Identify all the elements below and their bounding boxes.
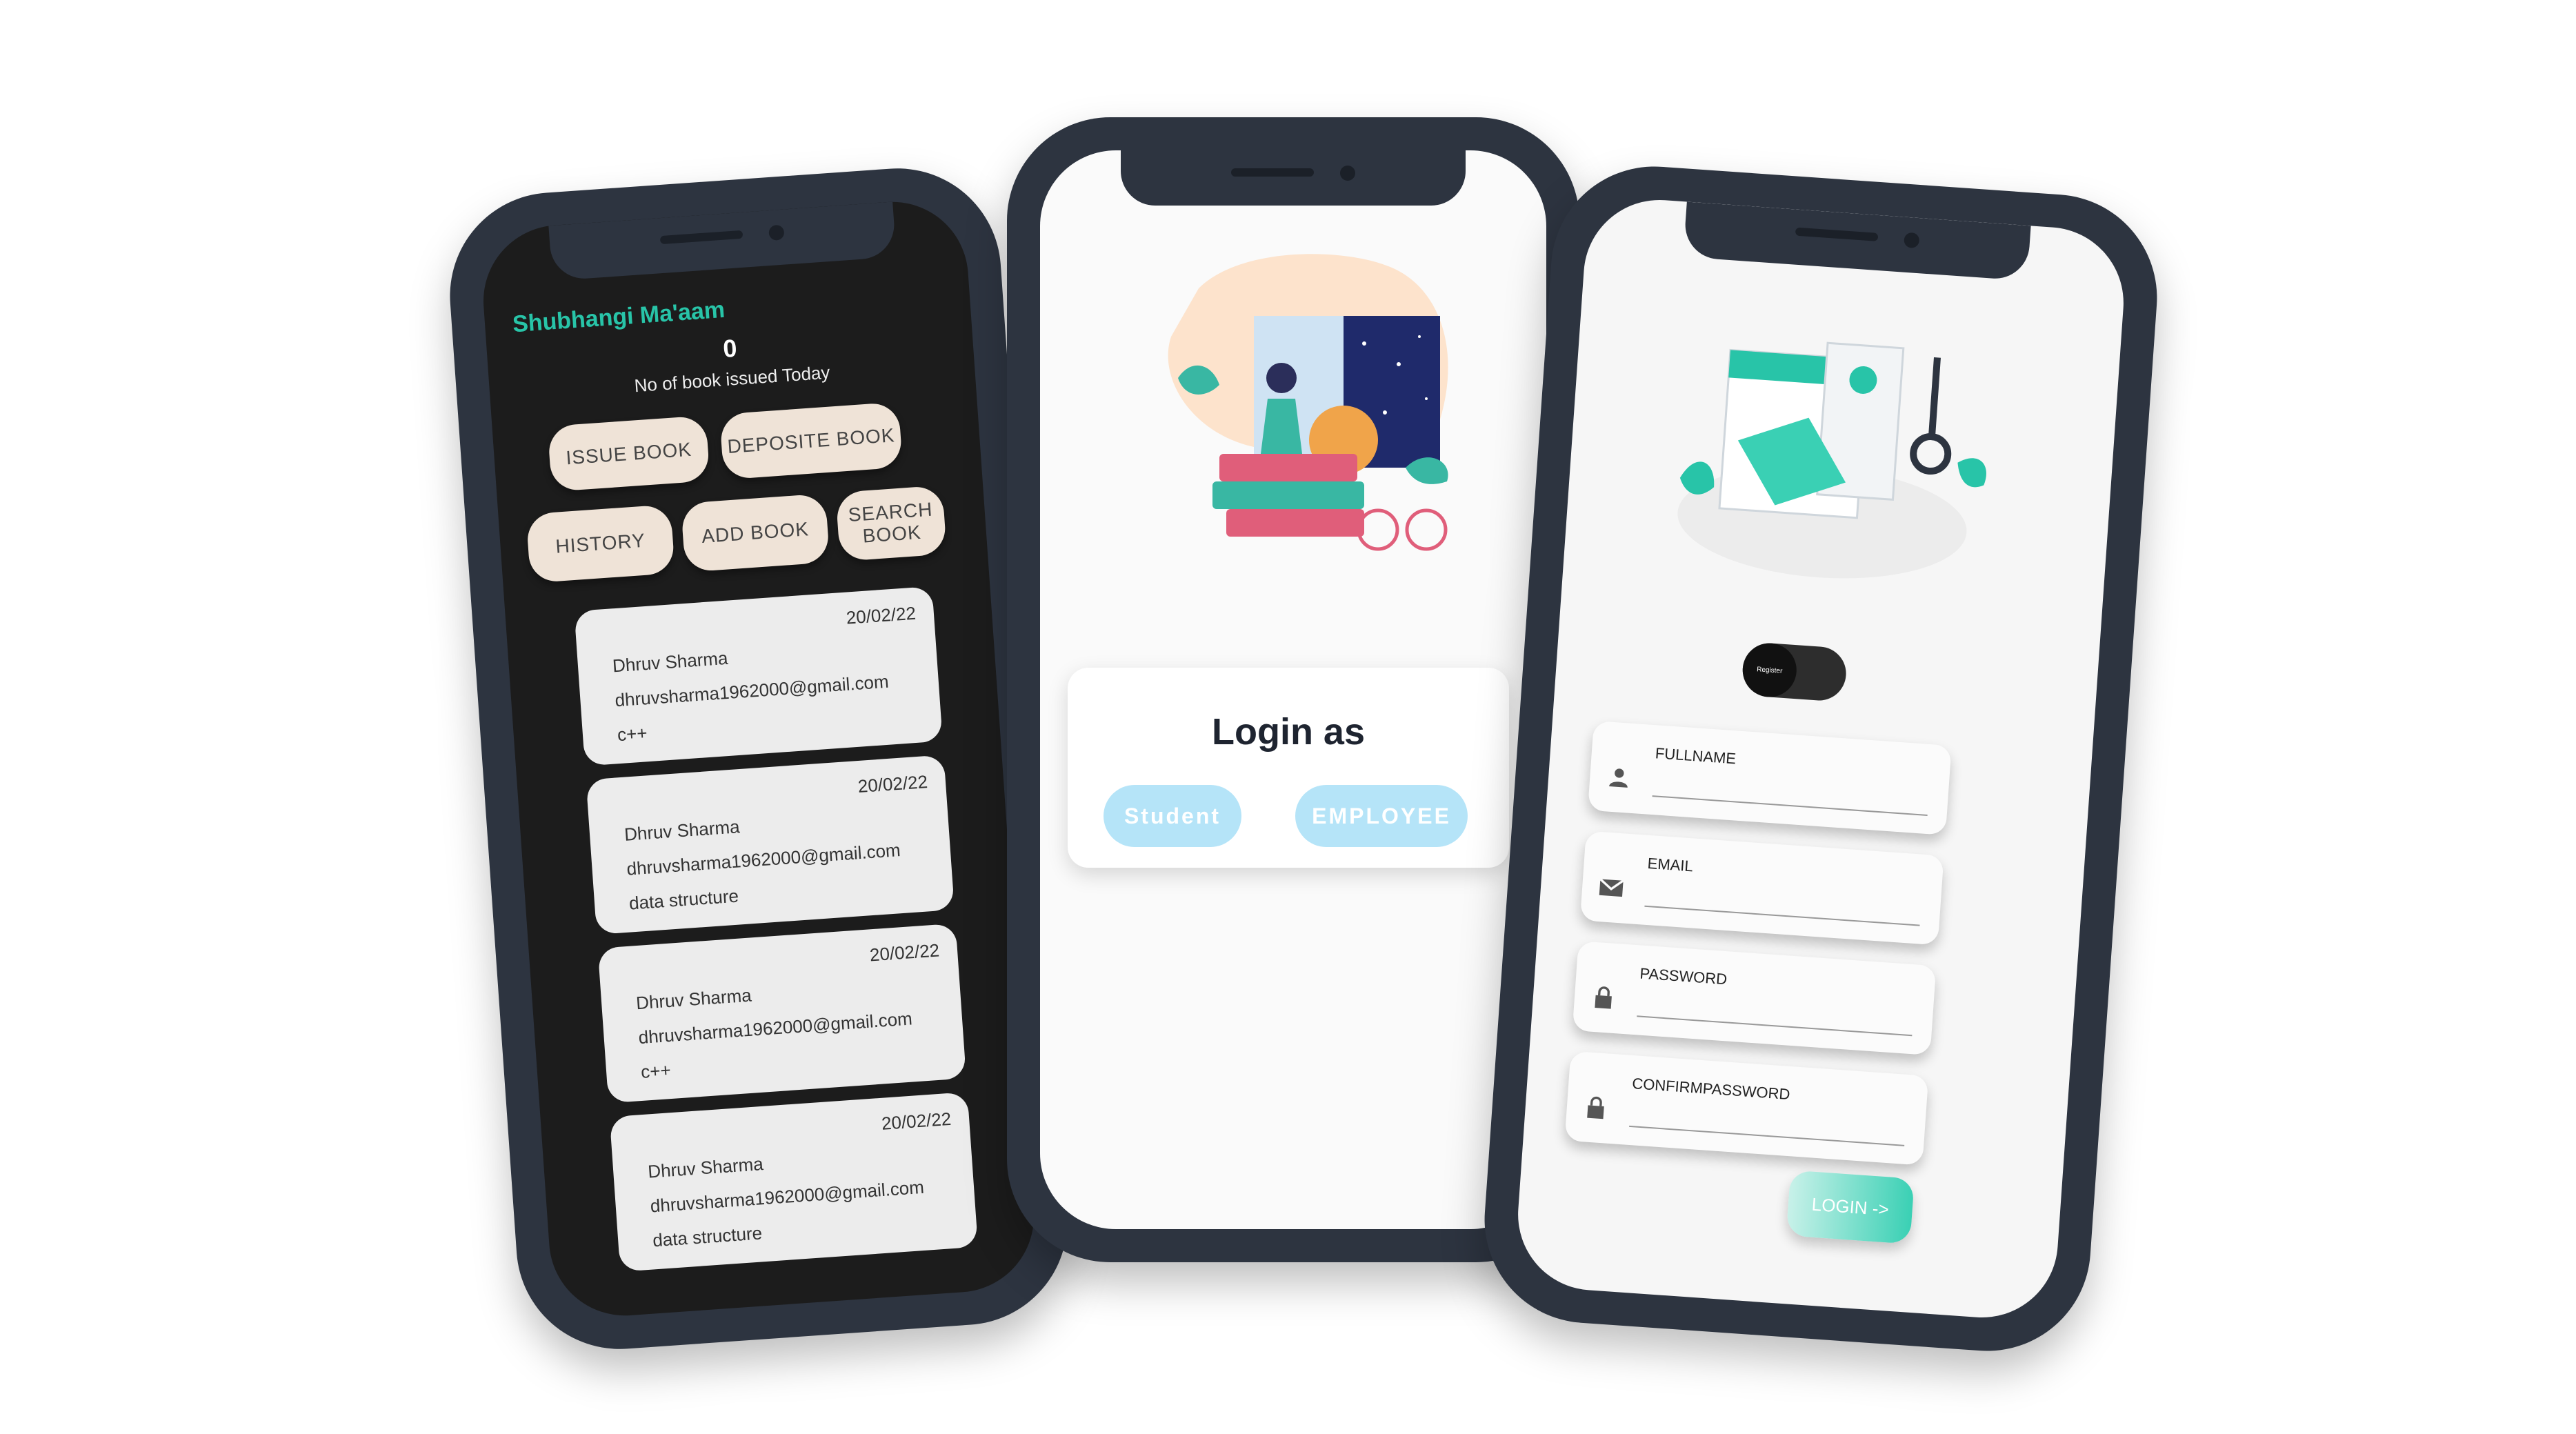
fullname-field[interactable]: FULLNAME — [1587, 720, 1952, 835]
record-email: dhruvsharma1962000@gmail.com — [637, 1008, 913, 1048]
login-screen: Login as Student EMPLOYEE — [1040, 150, 1546, 1229]
record-email: dhruvsharma1962000@gmail.com — [626, 839, 901, 879]
phone-notch — [1121, 150, 1466, 206]
email-label: EMAIL — [1646, 854, 1694, 875]
lock-icon — [1595, 986, 1612, 1009]
add-book-button[interactable]: ADD BOOK — [680, 493, 830, 572]
password-field[interactable]: PASSWORD — [1572, 941, 1937, 1056]
issue-record-card[interactable]: 20/02/22 Dhruv Sharma dhruvsharma1962000… — [609, 1092, 979, 1272]
confirm-password-input-line[interactable] — [1629, 1125, 1905, 1146]
student-button[interactable]: Student — [1104, 785, 1241, 847]
issue-record-card[interactable]: 20/02/22 Dhruv Sharma dhruvsharma1962000… — [586, 755, 955, 935]
record-book: data structure — [652, 1222, 763, 1251]
phone-librarian-dashboard: Shubhangi Ma'aam 0 No of book issued Tod… — [443, 161, 1075, 1356]
search-book-button[interactable]: SEARCH BOOK — [835, 485, 947, 562]
record-date: 20/02/22 — [845, 602, 917, 628]
history-button[interactable]: HISTORY — [526, 504, 675, 584]
record-book: c++ — [640, 1059, 672, 1082]
login-button[interactable]: LOGIN -> — [1786, 1170, 1915, 1244]
issue-record-card[interactable]: 20/02/22 Dhruv Sharma dhruvsharma1962000… — [574, 586, 943, 766]
email-field[interactable]: EMAIL — [1579, 830, 1944, 946]
record-date: 20/02/22 — [881, 1108, 952, 1134]
record-book: data structure — [628, 885, 739, 914]
user-name: Shubhangi Ma'aam — [511, 296, 726, 338]
issue-book-button[interactable]: ISSUE BOOK — [547, 415, 710, 492]
lock-icon — [1587, 1096, 1604, 1119]
reading-illustration — [1168, 254, 1448, 551]
record-date: 20/02/22 — [868, 939, 941, 966]
fullname-label: FULLNAME — [1655, 744, 1737, 768]
login-title: Login as — [1211, 711, 1365, 753]
password-label: PASSWORD — [1639, 964, 1728, 988]
deposite-book-button[interactable]: DEPOSITE BOOK — [719, 401, 903, 480]
record-email: dhruvsharma1962000@gmail.com — [649, 1176, 925, 1217]
person-icon — [1609, 768, 1628, 788]
confirm-password-label: CONFIRMPASSWORD — [1631, 1075, 1791, 1104]
register-toggle[interactable]: Register — [1741, 641, 1848, 703]
dashboard-screen: Shubhangi Ma'aam 0 No of book issued Tod… — [478, 197, 1039, 1321]
phone-register: Register FULLNAME EMAIL PASSWORD CONFIRM… — [1477, 159, 2164, 1358]
record-name: Dhruv Sharma — [647, 1153, 764, 1182]
record-date: 20/02/22 — [857, 771, 928, 797]
record-book: c++ — [617, 722, 648, 746]
record-name: Dhruv Sharma — [635, 984, 752, 1014]
issue-record-card[interactable]: 20/02/22 Dhruv Sharma dhruvsharma1962000… — [597, 923, 967, 1104]
email-input-line[interactable] — [1644, 905, 1920, 926]
phone-notch — [1683, 201, 2031, 281]
login-key-illustration — [1677, 341, 1986, 579]
record-email: dhruvsharma1962000@gmail.com — [614, 670, 890, 711]
register-screen: Register FULLNAME EMAIL PASSWORD CONFIRM… — [1512, 195, 2129, 1323]
record-name: Dhruv Sharma — [623, 816, 741, 845]
phone-notch — [548, 201, 897, 281]
toggle-knob: Register — [1741, 641, 1799, 699]
record-name: Dhruv Sharma — [612, 647, 729, 677]
password-input-line[interactable] — [1637, 1015, 1913, 1037]
employee-button[interactable]: EMPLOYEE — [1295, 785, 1468, 847]
confirm-password-field[interactable]: CONFIRMPASSWORD — [1564, 1050, 1929, 1166]
login-as-card: Login as Student EMPLOYEE — [1068, 668, 1509, 868]
mail-icon — [1599, 878, 1624, 897]
fullname-input-line[interactable] — [1652, 795, 1928, 816]
